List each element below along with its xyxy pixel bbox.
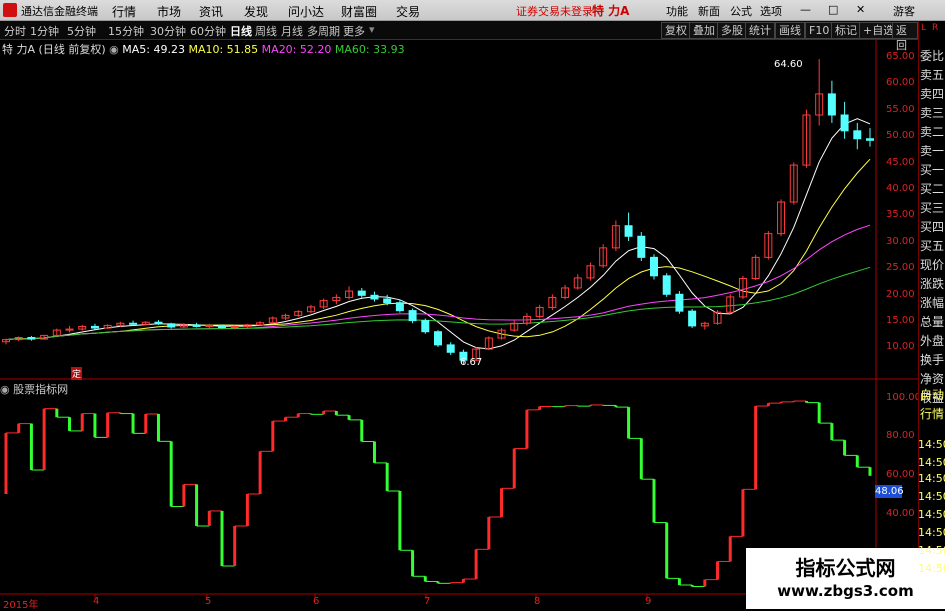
candle-body: [421, 320, 430, 333]
panel-tab-r[interactable]: R: [932, 23, 938, 33]
candle-body: [840, 114, 849, 132]
indicator-tick: 60.00: [886, 469, 915, 480]
quote-field-label: 买五: [920, 239, 945, 253]
candle-body: [167, 323, 176, 328]
dingzeng-marker: 定: [71, 367, 83, 380]
candle-body: [27, 337, 36, 340]
x-tick: 4: [93, 596, 100, 607]
indicator-tick: 80.00: [886, 430, 915, 441]
high-price-label: 64.60: [774, 59, 803, 70]
x-tick: 7: [424, 596, 431, 607]
candle-body: [650, 256, 658, 277]
candle-body: [637, 235, 646, 258]
indicator-tick: 100.00: [886, 392, 921, 403]
price-tick: 35.00: [886, 209, 915, 220]
time-label: 14:50: [918, 456, 945, 469]
price-tick: 60.00: [886, 77, 915, 88]
price-tick: 50.00: [886, 130, 915, 141]
quote-field-label: 总量: [920, 315, 945, 329]
price-tick: 20.00: [886, 289, 915, 300]
candle-body: [827, 93, 836, 116]
time-label: 14:50: [918, 544, 945, 557]
quote-field-label: 行情: [920, 407, 945, 421]
price-tick: 10.00: [886, 341, 915, 352]
price-tick: 15.00: [886, 315, 915, 326]
x-tick: 6: [313, 596, 320, 607]
indicator-current-value: 48.06: [875, 485, 904, 498]
watermark-title: 指标公式网: [795, 556, 896, 580]
quote-field-label: 外盘: [920, 334, 945, 348]
quote-field-label: 自动: [920, 388, 945, 402]
quote-field-label: 卖一: [920, 144, 945, 158]
low-price-label: 6.67: [460, 357, 483, 368]
time-label: 14:50: [918, 562, 945, 575]
quote-field-label: 换手: [920, 353, 945, 367]
candle-body: [688, 310, 697, 327]
quote-field-label: 涨跌: [920, 277, 945, 291]
indicator-name: 股票指标网: [13, 383, 69, 396]
candle-body: [408, 310, 417, 322]
time-label: 14:50: [918, 472, 945, 485]
quote-field-label: 买四: [920, 220, 945, 234]
indicator-header: ◉ 股票指标网: [0, 381, 69, 396]
indicator-settings-icon[interactable]: ◉: [0, 383, 10, 396]
candle-body: [154, 321, 163, 325]
candle-body: [853, 130, 862, 140]
price-tick: 25.00: [886, 262, 915, 273]
price-tick: 30.00: [886, 236, 915, 247]
watermark: 指标公式网 www.zbgs3.com: [746, 548, 945, 609]
quote-field-label: 卖三: [920, 106, 945, 120]
watermark-url: www.zbgs3.com: [777, 582, 914, 600]
quote-field-label: 买三: [920, 201, 945, 215]
candle-body: [434, 331, 442, 346]
price-tick: 40.00: [886, 183, 915, 194]
time-label: 14:50: [918, 438, 945, 451]
candle-body: [395, 302, 404, 312]
time-label: 14:50: [918, 526, 945, 539]
candle-body: [624, 225, 633, 237]
quote-field-label: 买二: [920, 182, 945, 196]
candle-body: [129, 322, 138, 325]
candle-body: [90, 325, 99, 329]
candle-body: [662, 275, 671, 295]
ma10-line: [5, 158, 871, 341]
quote-field-label: 涨幅: [920, 296, 945, 310]
quote-field-label: 委比: [920, 49, 945, 63]
x-tick: 8: [534, 596, 541, 607]
time-label: 14:50: [918, 508, 945, 521]
quote-field-label: 净资: [920, 372, 945, 386]
price-tick: 55.00: [886, 104, 915, 115]
candle-body: [357, 290, 366, 296]
candle-body: [383, 298, 392, 304]
candle-body: [675, 293, 684, 312]
quote-field-label: 现价: [920, 258, 945, 272]
quote-field-label: 卖四: [920, 87, 945, 101]
candle-body: [866, 138, 874, 141]
x-tick: 5: [205, 596, 212, 607]
quote-field-label: 卖五: [920, 68, 945, 82]
panel-tab-l[interactable]: L: [921, 23, 926, 33]
chart-canvas[interactable]: [0, 0, 945, 609]
price-tick: 65.00: [886, 51, 915, 62]
candle-body: [218, 324, 226, 328]
quote-field-label: 卖二: [920, 125, 945, 139]
candle-body: [446, 344, 455, 353]
price-tick: 45.00: [886, 157, 915, 168]
candle-body: [370, 294, 379, 300]
indicator-tick: 40.00: [886, 508, 915, 519]
candle-body: [192, 324, 201, 327]
ma5-line: [5, 118, 871, 350]
x-tick: 9: [645, 596, 652, 607]
quote-field-label: 买一: [920, 163, 945, 177]
time-label: 14:50: [918, 490, 945, 503]
